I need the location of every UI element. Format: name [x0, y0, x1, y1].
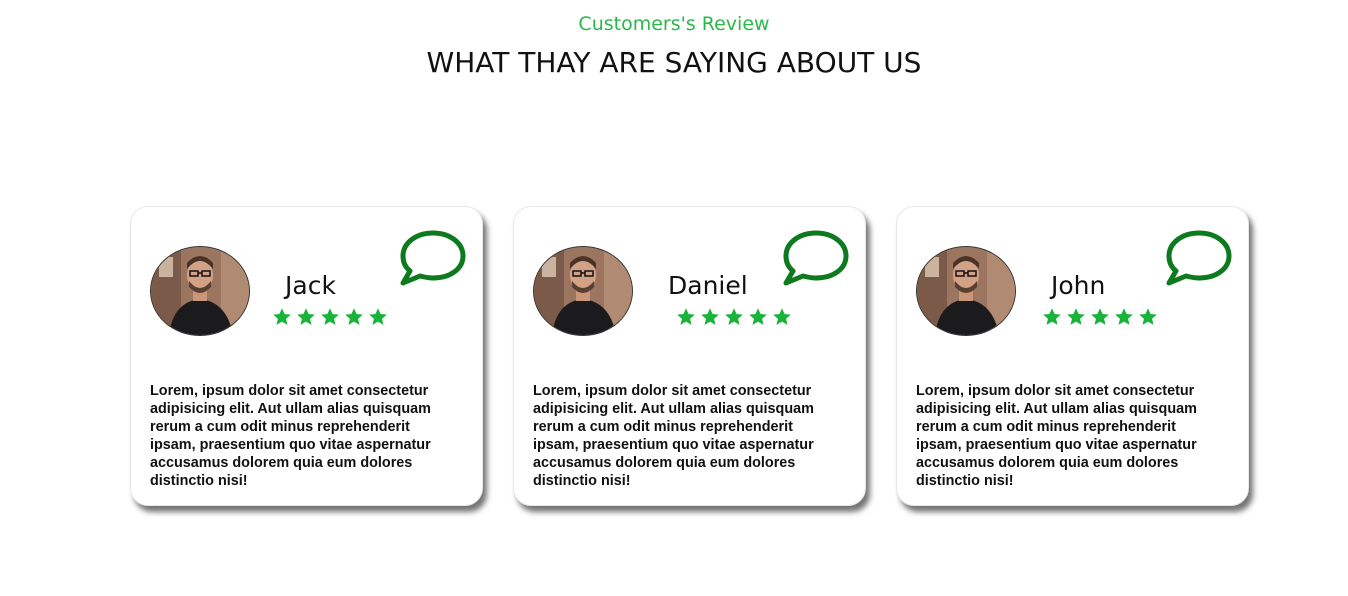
avatar — [533, 246, 633, 336]
reviewer-name: John — [1051, 271, 1106, 300]
section-subtitle: Customers's Review — [578, 13, 770, 35]
star-icon — [725, 308, 743, 325]
section-title: WHAT THAY ARE SAYING ABOUT US — [426, 46, 922, 79]
star-icon — [1115, 308, 1133, 325]
star-icon — [701, 308, 719, 325]
review-text: Lorem, ipsum dolor sit amet consectetur … — [150, 383, 431, 489]
star-icon — [1043, 308, 1061, 325]
star-icon — [1139, 308, 1157, 325]
review-card: Jack Lorem, ipsum dolor sit amet consect… — [130, 206, 483, 506]
star-rating — [272, 307, 388, 331]
review-text: Lorem, ipsum dolor sit amet consectetur … — [916, 383, 1197, 489]
star-icon — [677, 308, 695, 325]
reviewer-name: Jack — [285, 271, 336, 300]
review-card: Daniel Lorem, ipsum dolor sit amet conse… — [513, 206, 866, 506]
chat-bubble-icon — [400, 230, 466, 286]
star-icon — [773, 308, 791, 325]
chat-bubble-icon — [783, 230, 849, 286]
review-text: Lorem, ipsum dolor sit amet consectetur … — [533, 383, 814, 489]
star-icon — [297, 308, 315, 325]
star-rating — [1042, 307, 1158, 331]
star-icon — [749, 308, 767, 325]
star-icon — [369, 308, 387, 325]
star-icon — [273, 308, 291, 325]
star-icon — [345, 308, 363, 325]
star-rating — [676, 307, 792, 331]
review-cards: Jack Lorem, ipsum dolor sit amet consect… — [130, 206, 1250, 508]
reviewer-name: Daniel — [668, 271, 748, 300]
avatar — [150, 246, 250, 336]
star-icon — [1067, 308, 1085, 325]
star-icon — [1091, 308, 1109, 325]
review-card: John Lorem, ipsum dolor sit amet consect… — [896, 206, 1249, 506]
star-icon — [321, 308, 339, 325]
avatar — [916, 246, 1016, 336]
chat-bubble-icon — [1166, 230, 1232, 286]
